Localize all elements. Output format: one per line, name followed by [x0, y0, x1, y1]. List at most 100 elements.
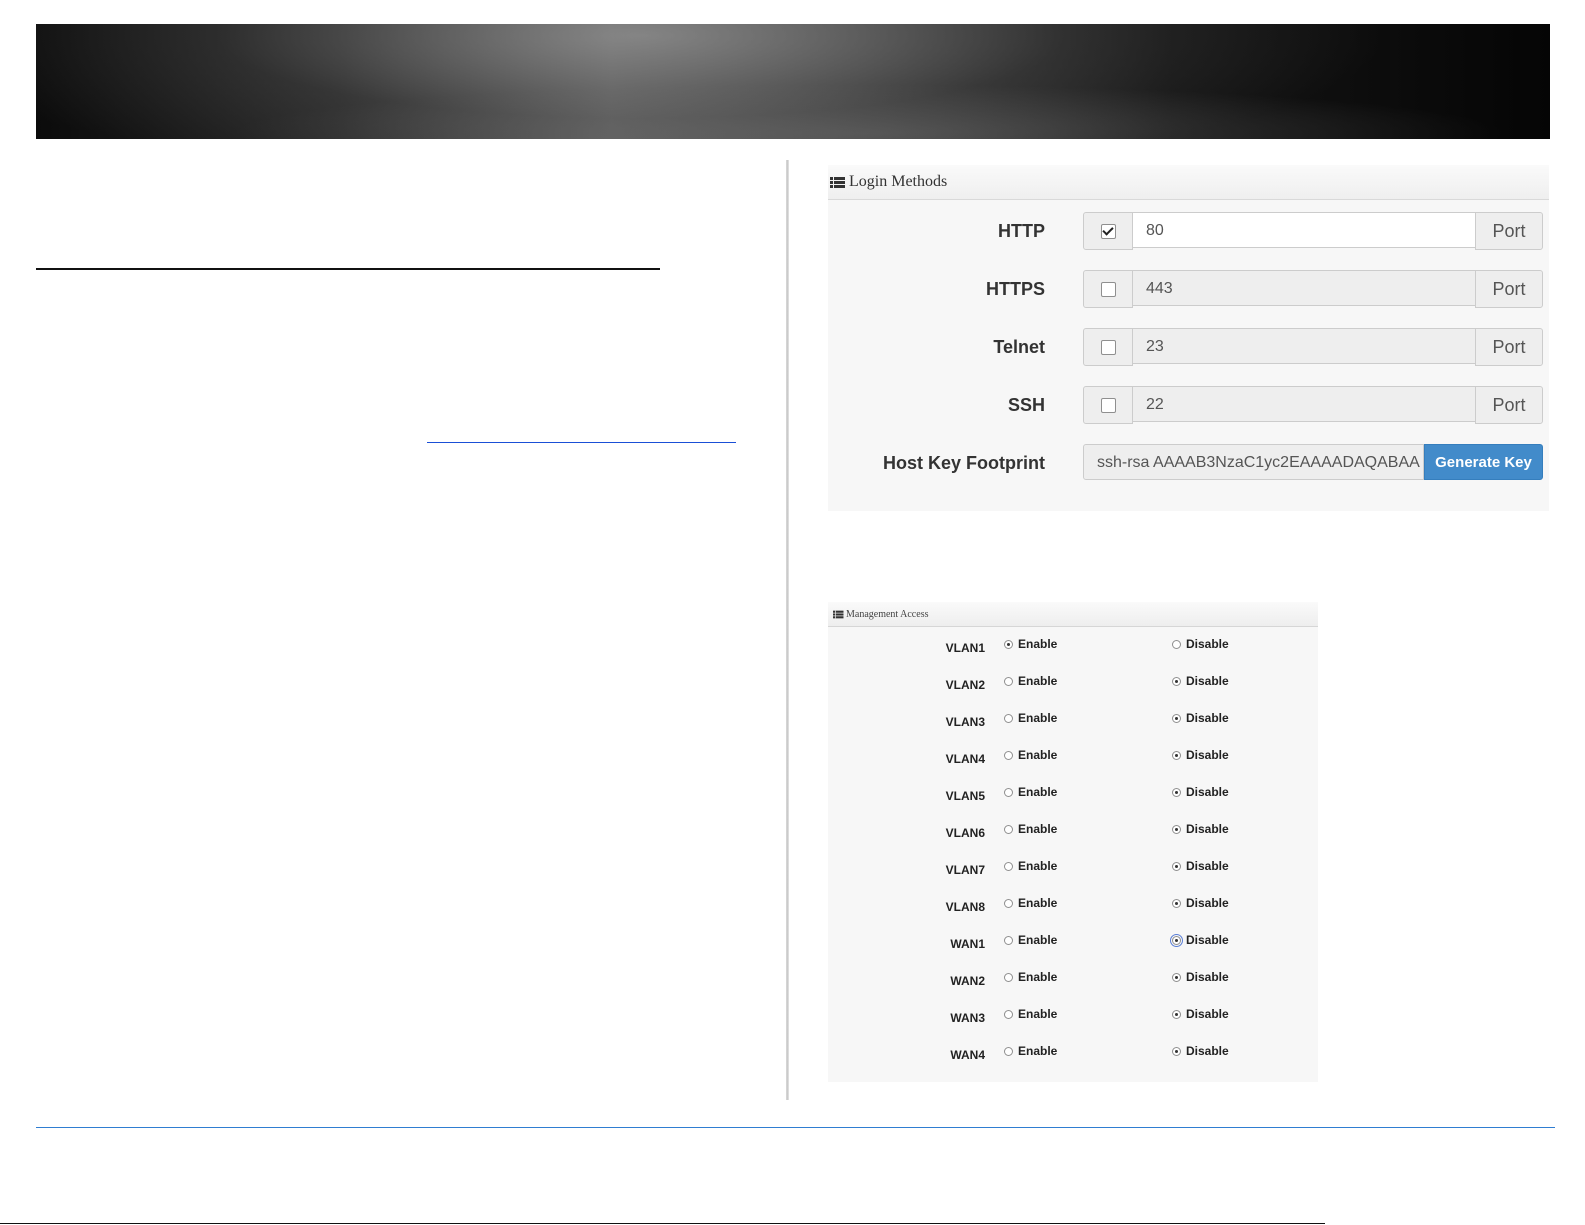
- enable-radio[interactable]: [1004, 676, 1013, 686]
- footer-bottom-rule: [0, 1223, 1325, 1224]
- http-label: HTTP: [998, 221, 1045, 241]
- enable-label: Enable: [1018, 637, 1058, 651]
- ssh-checkbox[interactable]: [1100, 397, 1116, 413]
- enable-label: Enable: [1018, 859, 1058, 873]
- ssh-port-addon: Port: [1475, 386, 1543, 424]
- access-row-vlan1: VLAN1 Enable Disable: [828, 628, 1318, 664]
- disable-radio[interactable]: [1172, 1046, 1181, 1056]
- enable-option[interactable]: Enable: [1004, 896, 1057, 910]
- access-row-label: VLAN7: [945, 863, 985, 877]
- disable-option[interactable]: Disable: [1172, 859, 1229, 873]
- disable-radio[interactable]: [1172, 861, 1181, 871]
- disable-option[interactable]: Disable: [1172, 970, 1229, 984]
- login-row-https: HTTPS 443 Port: [828, 270, 1549, 308]
- disable-label: Disable: [1186, 1007, 1229, 1021]
- disable-option[interactable]: Disable: [1170, 933, 1229, 947]
- disable-option[interactable]: Disable: [1172, 637, 1229, 651]
- disable-option[interactable]: Disable: [1172, 1044, 1229, 1058]
- disable-radio[interactable]: [1172, 824, 1181, 834]
- enable-label: Enable: [1018, 711, 1058, 725]
- disable-label: Disable: [1186, 970, 1229, 984]
- login-methods-panel: Login Methods HTTP 80 Port HTTPS 443 Por…: [828, 165, 1549, 511]
- enable-radio[interactable]: [1004, 713, 1013, 723]
- http-checkbox[interactable]: [1100, 223, 1116, 239]
- host-key-input[interactable]: ssh-rsa AAAAB3NzaC1yc2EAAAADAQABAA: [1083, 444, 1424, 480]
- telnet-port-addon: Port: [1475, 328, 1543, 366]
- disable-radio[interactable]: [1172, 639, 1181, 649]
- enable-option[interactable]: Enable: [1004, 859, 1057, 873]
- access-row-label: VLAN5: [945, 789, 985, 803]
- enable-radio[interactable]: [1004, 1009, 1013, 1019]
- login-row-http: HTTP 80 Port: [828, 212, 1549, 250]
- login-row-ssh: SSH 22 Port: [828, 386, 1549, 424]
- access-row-vlan8: VLAN8 Enable Disable: [828, 887, 1318, 923]
- list-icon: [830, 176, 845, 188]
- enable-radio[interactable]: [1004, 750, 1013, 760]
- disable-option[interactable]: Disable: [1172, 1007, 1229, 1021]
- enable-option[interactable]: Enable: [1004, 637, 1057, 651]
- enable-option[interactable]: Enable: [1004, 785, 1057, 799]
- access-row-vlan5: VLAN5 Enable Disable: [828, 776, 1318, 812]
- https-port-input[interactable]: 443: [1133, 270, 1475, 306]
- enable-radio[interactable]: [1004, 861, 1013, 871]
- disable-radio[interactable]: [1172, 713, 1181, 723]
- telnet-port-input[interactable]: 23: [1133, 328, 1475, 364]
- management-access-title: Management Access: [846, 608, 929, 620]
- access-row-label: WAN4: [950, 1048, 985, 1062]
- access-row-vlan4: VLAN4 Enable Disable: [828, 739, 1318, 775]
- generate-key-button[interactable]: Generate Key: [1424, 444, 1543, 480]
- disable-radio[interactable]: [1172, 787, 1181, 797]
- disable-label: Disable: [1186, 896, 1229, 910]
- disable-option[interactable]: Disable: [1172, 822, 1229, 836]
- hyperlink-underline[interactable]: [427, 442, 736, 443]
- disable-radio[interactable]: [1172, 1009, 1181, 1019]
- enable-radio[interactable]: [1004, 824, 1013, 834]
- disable-option[interactable]: Disable: [1172, 785, 1229, 799]
- enable-radio[interactable]: [1004, 639, 1013, 649]
- enable-option[interactable]: Enable: [1004, 822, 1057, 836]
- disable-label: Disable: [1186, 674, 1229, 688]
- enable-option[interactable]: Enable: [1004, 674, 1057, 688]
- disable-option[interactable]: Disable: [1172, 711, 1229, 725]
- access-row-wan1: WAN1 Enable Disable: [828, 924, 1318, 960]
- enable-label: Enable: [1018, 896, 1058, 910]
- enable-radio[interactable]: [1004, 935, 1013, 945]
- disable-radio[interactable]: [1170, 933, 1183, 947]
- header-banner: [36, 24, 1550, 139]
- disable-option[interactable]: Disable: [1172, 896, 1229, 910]
- access-row-label: VLAN2: [945, 678, 985, 692]
- enable-option[interactable]: Enable: [1004, 711, 1057, 725]
- enable-radio[interactable]: [1004, 787, 1013, 797]
- list-icon: [833, 610, 844, 618]
- disable-radio[interactable]: [1172, 972, 1181, 982]
- enable-option[interactable]: Enable: [1004, 970, 1057, 984]
- access-row-vlan2: VLAN2 Enable Disable: [828, 665, 1318, 701]
- enable-radio[interactable]: [1004, 1046, 1013, 1056]
- management-access-header: Management Access: [828, 602, 1318, 627]
- access-row-label: WAN2: [950, 974, 985, 988]
- column-divider: [786, 160, 789, 1100]
- disable-radio[interactable]: [1172, 898, 1181, 908]
- enable-option[interactable]: Enable: [1004, 933, 1057, 947]
- telnet-checkbox[interactable]: [1100, 339, 1116, 355]
- disable-radio[interactable]: [1172, 750, 1181, 760]
- disable-label: Disable: [1186, 637, 1229, 651]
- enable-option[interactable]: Enable: [1004, 1044, 1057, 1058]
- https-checkbox[interactable]: [1100, 281, 1116, 297]
- login-row-telnet: Telnet 23 Port: [828, 328, 1549, 366]
- disable-label: Disable: [1186, 859, 1229, 873]
- https-port-addon: Port: [1475, 270, 1543, 308]
- http-port-input[interactable]: 80: [1133, 212, 1475, 248]
- enable-radio[interactable]: [1004, 898, 1013, 908]
- enable-radio[interactable]: [1004, 972, 1013, 982]
- disable-option[interactable]: Disable: [1172, 674, 1229, 688]
- enable-label: Enable: [1018, 1007, 1058, 1021]
- disable-radio[interactable]: [1172, 676, 1181, 686]
- access-row-wan3: WAN3 Enable Disable: [828, 998, 1318, 1034]
- enable-option[interactable]: Enable: [1004, 1007, 1057, 1021]
- access-row-label: VLAN6: [945, 826, 985, 840]
- disable-option[interactable]: Disable: [1172, 748, 1229, 762]
- ssh-port-input[interactable]: 22: [1133, 386, 1475, 422]
- disable-label: Disable: [1186, 933, 1229, 947]
- enable-option[interactable]: Enable: [1004, 748, 1057, 762]
